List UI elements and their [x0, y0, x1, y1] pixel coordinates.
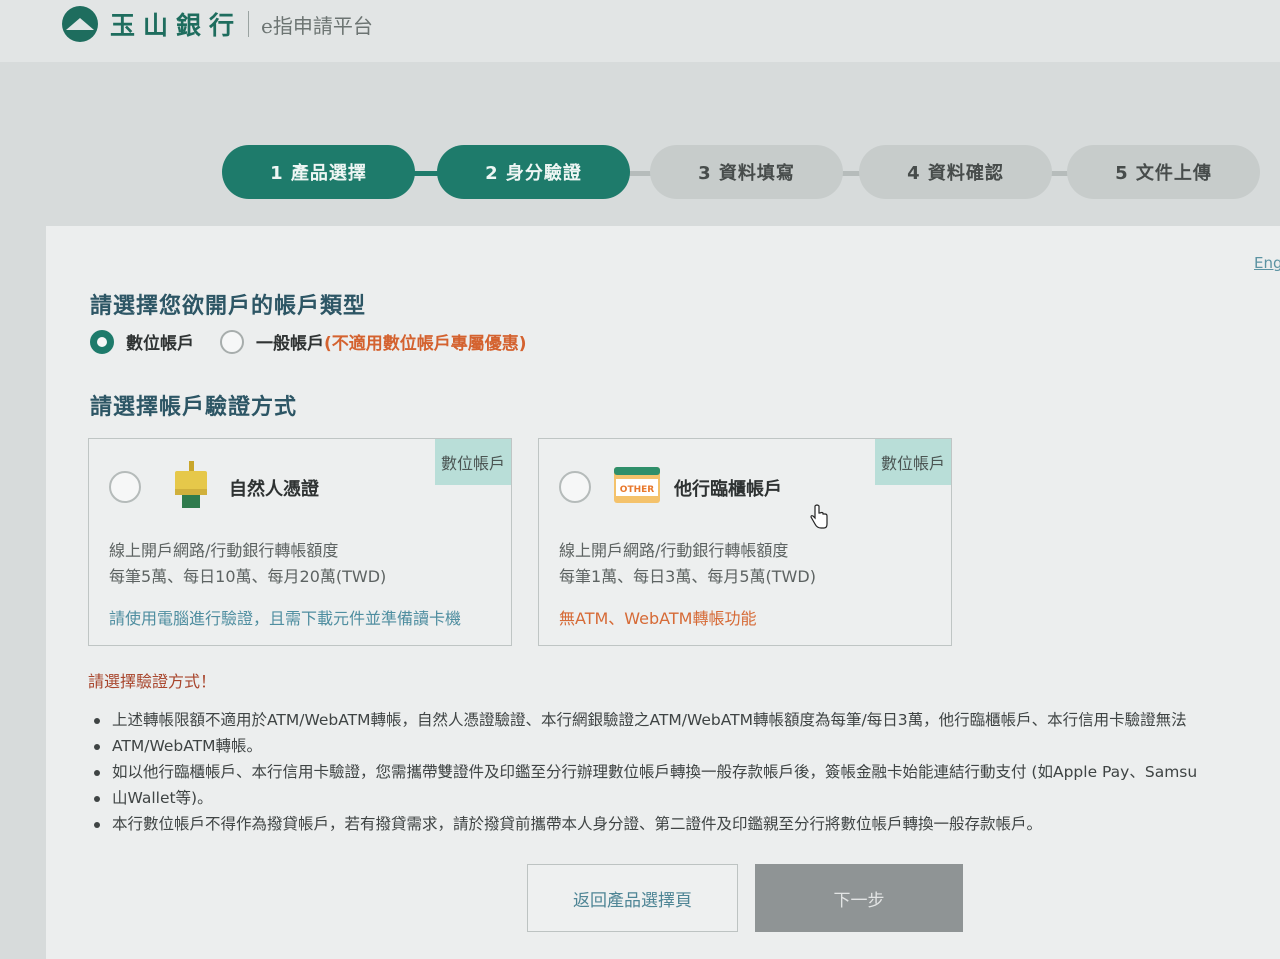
notes-list: 上述轉帳限額不適用於ATM/WebATM轉帳，自然人憑證驗證、本行網銀驗證之AT… [92, 708, 1280, 838]
next-step-button[interactable]: 下一步 [755, 864, 963, 932]
natural-person-certificate-title: 自然人憑證 [229, 479, 319, 500]
digital-account-radio[interactable] [90, 329, 114, 354]
step-upload-documents: 5 文件上傳 [1067, 145, 1260, 199]
other-bank-card-icon: OTHER [614, 467, 660, 507]
account-type-title: 請選擇您欲開戶的帳戶類型 [90, 294, 367, 319]
other-bank-account-title: 他行臨櫃帳戶 [674, 479, 782, 500]
main-panel: English 請選擇您欲開戶的帳戶類型 數位帳戶 一般帳戶(不適用數位帳戶專屬… [46, 226, 1280, 959]
step-product-selection: 1 產品選擇 [222, 145, 415, 199]
no-atm-transfer-note: 無ATM、WebATM轉帳功能 [559, 609, 757, 628]
bank-name: 玉山銀行 [110, 11, 243, 40]
other-icon-text: OTHER [620, 485, 654, 495]
back-to-product-button[interactable]: 返回產品選擇頁 [527, 864, 738, 932]
english-link[interactable]: English [1254, 254, 1280, 272]
limit-heading: 線上開戶網路/行動銀行轉帳額度 [559, 541, 789, 560]
general-account-label[interactable]: 一般帳戶(不適用數位帳戶專屬優惠) [256, 329, 527, 354]
limit-values: 每筆5萬、每日10萬、每月20萬(TWD) [109, 567, 387, 586]
step-confirm-data: 4 資料確認 [859, 145, 1052, 199]
natural-person-certificate-card[interactable]: 數位帳戶 自然人憑證 線上開戶網路/行動銀行轉帳額度 每筆5萬、每日10萬、每月… [88, 438, 512, 646]
general-account-radio[interactable] [220, 329, 244, 354]
limit-values: 每筆1萬、每日3萬、每月5萬(TWD) [559, 567, 816, 586]
other-bank-account-radio[interactable] [559, 471, 591, 503]
divider [248, 11, 250, 37]
bank-logo[interactable]: 玉山銀行 e指申請平台 [62, 6, 373, 42]
digital-account-tag: 數位帳戶 [434, 439, 511, 485]
note-item-continuation: ATM/WebATM轉帳。 [92, 734, 1280, 759]
step-fill-data: 3 資料填寫 [650, 145, 843, 199]
other-bank-account-card[interactable]: 數位帳戶 OTHER 他行臨櫃帳戶 線上開戶網路/行動銀行轉帳額度 每筆1萬、每… [538, 438, 952, 646]
note-item-continuation: 山Wallet等)。 [92, 786, 1280, 811]
top-header: 玉山銀行 e指申請平台 [0, 0, 1280, 62]
natural-person-certificate-radio[interactable] [109, 471, 141, 503]
general-account-warning: (不適用數位帳戶專屬優惠) [324, 334, 527, 354]
hand-pointer-icon [809, 504, 829, 534]
limit-heading: 線上開戶網路/行動銀行轉帳額度 [109, 541, 339, 560]
verification-method-title: 請選擇帳戶驗證方式 [90, 395, 298, 420]
account-type-options: 數位帳戶 一般帳戶(不適用數位帳戶專屬優惠) [90, 329, 527, 354]
verification-error-message: 請選擇驗證方式！ [88, 672, 217, 691]
mountain-logo-icon [62, 6, 98, 42]
progress-stepper: 1 產品選擇 2 身分驗證 3 資料填寫 4 資料確認 5 文件上傳 [222, 145, 1260, 201]
platform-name: e指申請平台 [261, 13, 373, 38]
digital-account-label[interactable]: 數位帳戶 [126, 329, 194, 354]
note-item: 上述轉帳限額不適用於ATM/WebATM轉帳，自然人憑證驗證、本行網銀驗證之AT… [92, 708, 1280, 733]
note-item: 本行數位帳戶不得作為撥貸帳戶，若有撥貸需求，請於撥貸前攜帶本人身分證、第二證件及… [92, 812, 1280, 837]
note-item: 如以他行臨櫃帳戶、本行信用卡驗證，您需攜帶雙證件及印鑑至分行辦理數位帳戶轉換一般… [92, 760, 1280, 785]
certificate-card-reader-icon [173, 461, 209, 515]
step-identity-verification: 2 身分驗證 [437, 145, 630, 199]
digital-account-tag: 數位帳戶 [874, 439, 951, 485]
certificate-requirement-note: 請使用電腦進行驗證，且需下載元件並準備讀卡機 [109, 609, 462, 628]
